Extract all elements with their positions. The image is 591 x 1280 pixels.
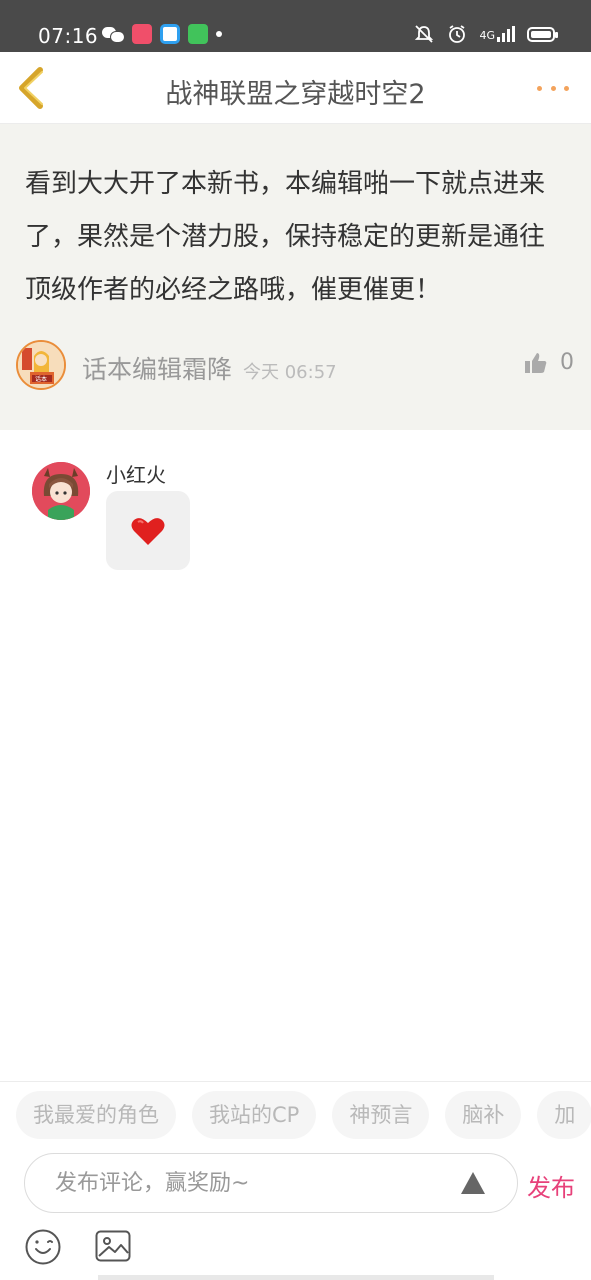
- alarm-icon: [449, 25, 466, 43]
- mute-icon: [415, 25, 434, 43]
- quick-tag[interactable]: 我最爱的角色: [16, 1091, 176, 1139]
- video-app-icon: [132, 24, 152, 44]
- like-count: 0: [560, 350, 574, 375]
- page-title: 战神联盟之穿越时空2: [165, 79, 426, 110]
- thumbs-up-icon: [525, 352, 547, 373]
- network-type: 4G: [479, 29, 495, 42]
- comment-time: 今天 06:57: [243, 362, 337, 383]
- notification-icons: [102, 24, 222, 44]
- triangle-up-icon[interactable]: [461, 1172, 485, 1194]
- reply-avatar[interactable]: [32, 462, 90, 520]
- heart-icon: [131, 517, 165, 545]
- more-notifications-icon: [216, 31, 222, 37]
- editor-avatar[interactable]: 话本: [16, 340, 66, 390]
- quick-tag[interactable]: 加: [537, 1091, 591, 1139]
- signal-bars-icon: [497, 26, 515, 42]
- like-button[interactable]: 0: [524, 350, 574, 375]
- publish-button[interactable]: 发布: [527, 1168, 575, 1203]
- quick-tags: 我最爱的角色 我站的CP 神预言 脑补 加: [16, 1091, 591, 1139]
- reply-bubble: [106, 491, 190, 570]
- comment-composer: 我最爱的角色 我站的CP 神预言 脑补 加 发布: [0, 1081, 591, 1280]
- image-icon[interactable]: [95, 1230, 131, 1262]
- battery-icon: [527, 26, 558, 42]
- more-dot-icon: [537, 85, 542, 91]
- cell-signal: 4G: [479, 26, 515, 42]
- main-comment: 看到大大开了本新书，本编辑啪一下就点进来了，果然是个潜力股，保持稳定的更新是通往…: [0, 124, 591, 430]
- svg-text:话本: 话本: [35, 375, 47, 383]
- nav-header: 战神联盟之穿越时空2: [0, 52, 591, 124]
- home-indicator: [98, 1275, 494, 1280]
- quick-tag[interactable]: 脑补: [445, 1091, 522, 1139]
- reply-avatar-image: [32, 462, 90, 520]
- more-dot-icon: [550, 85, 556, 91]
- editor-avatar-image: 话本: [18, 342, 64, 388]
- more-options-button[interactable]: [537, 78, 569, 98]
- more-dot-icon: [564, 85, 569, 91]
- wechat-icon: [102, 26, 125, 43]
- comment-author[interactable]: 话本编辑霜降: [82, 350, 232, 386]
- green-app-icon: [188, 24, 208, 44]
- emoji-icon[interactable]: [24, 1228, 62, 1266]
- comment-input-box: [24, 1153, 518, 1213]
- quick-tag[interactable]: 神预言: [332, 1091, 430, 1139]
- status-indicators: 4G: [413, 24, 558, 44]
- status-time: 07:16: [38, 24, 99, 48]
- app-screen: 07:16 4G 战神联盟之穿越时空2 看到大大开了本新书，本编辑啪一下就点进来…: [0, 0, 591, 1280]
- comment-text: 看到大大开了本新书，本编辑啪一下就点进来了，果然是个潜力股，保持稳定的更新是通往…: [25, 169, 546, 305]
- status-bar: 07:16 4G: [0, 0, 591, 52]
- browser-app-icon: [160, 24, 180, 44]
- reply-author[interactable]: 小红火: [106, 459, 166, 488]
- comment-input[interactable]: [55, 1166, 445, 1200]
- quick-tag[interactable]: 我站的CP: [192, 1091, 317, 1139]
